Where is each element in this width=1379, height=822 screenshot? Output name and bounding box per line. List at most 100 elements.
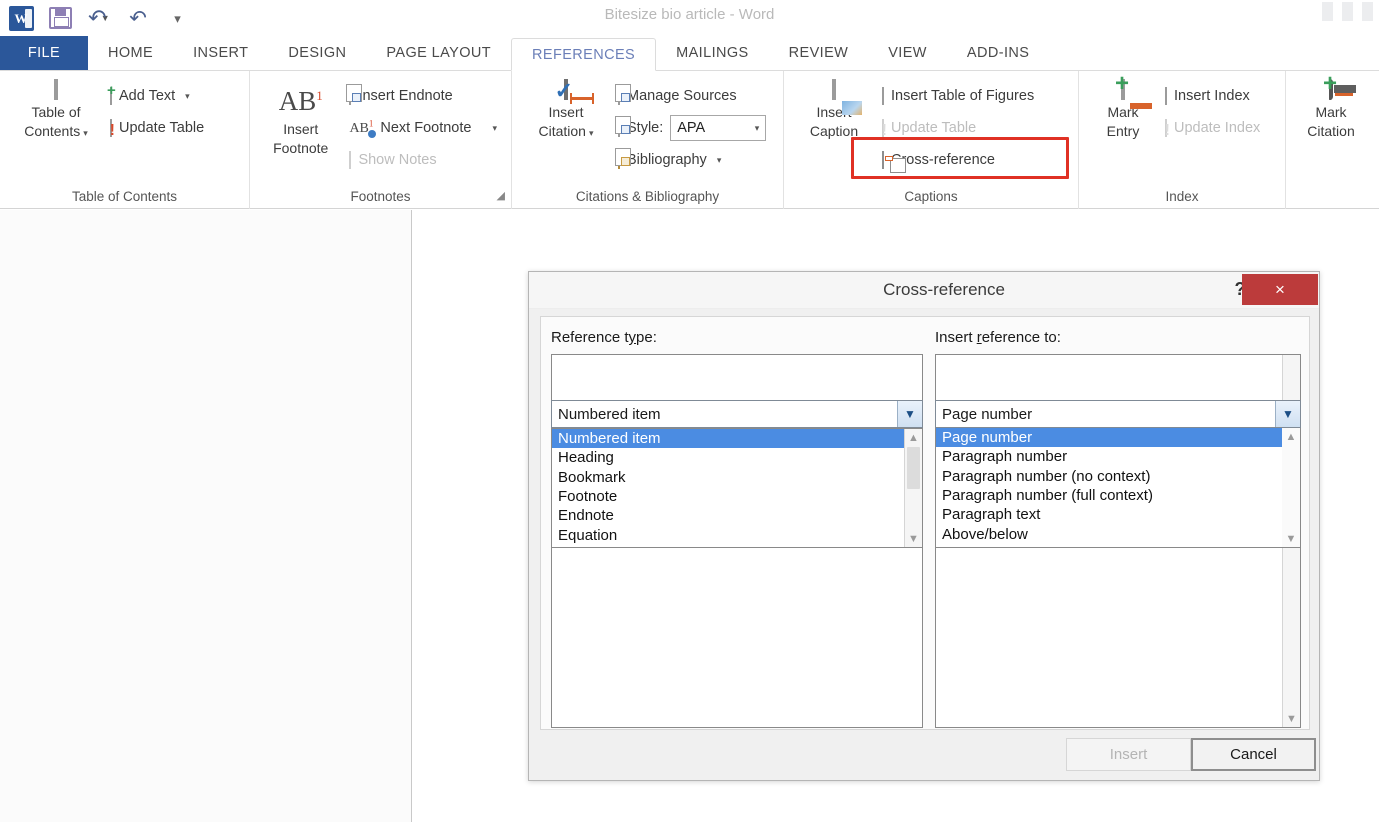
insert-index-icon — [1165, 88, 1167, 104]
tab-references[interactable]: REFERENCES — [511, 38, 656, 71]
ab-glyph: AB — [279, 86, 317, 116]
cross-reference-button[interactable]: Cross-reference — [876, 145, 1040, 175]
tab-page-layout[interactable]: PAGE LAYOUT — [366, 36, 511, 70]
list-item[interactable]: Bookmark — [552, 468, 905, 487]
scrollbar-thumb[interactable] — [907, 447, 920, 489]
next-footnote-label: Next Footnote — [380, 120, 471, 136]
manage-sources-button[interactable]: Manage Sources — [612, 81, 772, 111]
list-item[interactable]: Paragraph number (no context) — [936, 467, 1283, 486]
style-label: Style: — [627, 120, 663, 136]
dialog-body: Reference type: Numbered item ▼ Numbered… — [540, 316, 1310, 730]
cancel-button[interactable]: Cancel — [1191, 738, 1316, 771]
table-of-contents-button[interactable]: Table of Contents▾ — [8, 77, 104, 143]
list-item[interactable]: Page number — [936, 428, 1283, 447]
mark-entry-button[interactable]: + Mark Entry — [1087, 77, 1159, 141]
tab-design[interactable]: DESIGN — [268, 36, 366, 70]
group-label-footnotes: Footnotes ◢ — [250, 187, 511, 209]
scroll-down-icon[interactable]: ▼ — [905, 530, 922, 547]
next-footnote-button[interactable]: AB1 Next Footnote▾ — [343, 113, 503, 143]
insert-footnote-button[interactable]: AB1 Insert Footnote — [258, 77, 343, 158]
list-item[interactable]: Equation — [552, 525, 905, 544]
chevron-down-icon[interactable]: ▼ — [897, 401, 922, 427]
close-window-icon[interactable] — [1362, 2, 1373, 21]
reference-type-label-post: pe: — [636, 329, 657, 346]
list-item[interactable]: Paragraph text — [936, 505, 1283, 524]
insert-reference-to-dropdown-list[interactable]: Page number Paragraph number Paragraph n… — [935, 428, 1301, 548]
mark-entry-label-2: Entry — [1107, 123, 1140, 139]
maximize-icon[interactable] — [1342, 2, 1353, 21]
update-table-toc-label: Update Table — [119, 120, 204, 136]
update-table-icon: ! — [110, 120, 112, 136]
group-label-footnotes-text: Footnotes — [350, 189, 410, 204]
reference-type-label-pre: Reference t — [551, 329, 629, 346]
add-text-label: Add Text — [119, 88, 175, 104]
mark-citation-icon: + — [1329, 81, 1333, 99]
tab-insert[interactable]: INSERT — [173, 36, 268, 70]
window-controls[interactable] — [1322, 2, 1373, 21]
tab-mailings[interactable]: MAILINGS — [656, 36, 769, 70]
insert-reference-to-combobox[interactable]: Page number ▼ — [935, 400, 1301, 428]
citation-style-combobox[interactable]: APA ▾ — [670, 115, 766, 141]
ribbon-group-index: + Mark Entry Insert Index ! Update Index — [1079, 71, 1286, 209]
footnotes-dialog-launcher-icon[interactable]: ◢ — [497, 186, 505, 206]
scroll-down-icon[interactable]: ▼ — [1283, 710, 1300, 727]
group-label-captions: Captions — [784, 187, 1078, 209]
dialog-title: Cross-reference — [529, 280, 1319, 300]
manage-sources-icon — [618, 88, 620, 104]
show-notes-button: Show Notes — [343, 145, 503, 175]
list-item[interactable]: Above/below — [936, 524, 1283, 543]
style-icon — [618, 120, 620, 136]
dialog-title-bar: Cross-reference ? × — [529, 272, 1319, 309]
tab-review[interactable]: REVIEW — [769, 36, 869, 70]
insert-caption-icon — [832, 81, 836, 99]
bibliography-icon — [618, 152, 620, 168]
update-index-icon: ! — [1165, 120, 1167, 136]
insert-reference-to-value: Page number — [936, 406, 1275, 423]
insert-table-of-figures-button[interactable]: Insert Table of Figures — [876, 81, 1040, 111]
scroll-down-icon[interactable]: ▼ — [1282, 530, 1300, 547]
scroll-up-icon[interactable]: ▲ — [1282, 428, 1300, 445]
group-label-table-of-contents: Table of Contents — [0, 187, 249, 209]
reference-type-dropdown-list[interactable]: Numbered item Heading Bookmark Footnote … — [551, 428, 923, 548]
insert-citation-button[interactable]: ✓ Insert Citation▾ — [520, 77, 612, 143]
ribbon-group-footnotes: AB1 Insert Footnote Insert Endnote AB1 N… — [250, 71, 512, 209]
update-index-label: Update Index — [1174, 120, 1260, 136]
tab-file[interactable]: FILE — [0, 36, 88, 70]
chevron-down-icon[interactable]: ▼ — [1275, 401, 1300, 427]
reference-type-dropdown-scrollbar[interactable]: ▲ ▼ — [904, 429, 922, 547]
add-text-button[interactable]: + Add Text▾ — [104, 81, 210, 111]
tab-add-ins[interactable]: ADD-INS — [947, 36, 1049, 70]
insert-endnote-label: Insert Endnote — [358, 88, 452, 104]
bibliography-button[interactable]: Bibliography▾ — [612, 145, 772, 175]
list-item[interactable]: Numbered item — [552, 429, 905, 448]
tab-view[interactable]: VIEW — [868, 36, 947, 70]
title-bar: ↷▼ ↶ ▾ Bitesize bio article - Word — [0, 0, 1379, 36]
mark-entry-icon: + — [1121, 81, 1125, 99]
mark-citation-button[interactable]: + Mark Citation — [1294, 77, 1368, 141]
cross-reference-dialog: Cross-reference ? × Reference type: Numb… — [528, 271, 1320, 781]
close-icon[interactable]: × — [1242, 274, 1318, 305]
update-table-toc-button[interactable]: ! Update Table — [104, 113, 210, 143]
insert-button[interactable]: Insert — [1066, 738, 1191, 771]
list-item[interactable]: Paragraph number — [936, 447, 1283, 466]
reference-type-combobox[interactable]: Numbered item ▼ — [551, 400, 923, 428]
insert-footnote-icon: AB1 — [279, 81, 323, 116]
insert-caption-button[interactable]: Insert Caption — [792, 77, 876, 141]
ribbon-group-table-of-contents: Table of Contents▾ + Add Text▾ ! Update … — [0, 71, 250, 209]
insert-table-of-figures-icon — [882, 88, 884, 104]
list-item[interactable]: Footnote — [552, 487, 905, 506]
list-item[interactable]: Endnote — [552, 506, 905, 525]
insert-index-button[interactable]: Insert Index — [1159, 81, 1266, 111]
insert-endnote-button[interactable]: Insert Endnote — [343, 81, 503, 111]
tab-home[interactable]: HOME — [88, 36, 173, 70]
list-item[interactable]: Heading — [552, 448, 905, 467]
minimize-icon[interactable] — [1322, 2, 1333, 21]
list-item[interactable]: Paragraph number (full context) — [936, 486, 1283, 505]
table-of-contents-label-2: Contents — [24, 123, 80, 139]
insert-citation-label-1: Insert — [548, 104, 583, 120]
citation-style-value: APA — [677, 120, 705, 136]
add-text-icon: + — [110, 88, 112, 104]
insert-reference-to-dropdown-scrollbar[interactable]: ▲ ▼ — [1282, 428, 1300, 547]
scroll-up-icon[interactable]: ▲ — [905, 429, 922, 446]
group-label-citations: Citations & Bibliography — [512, 187, 783, 209]
